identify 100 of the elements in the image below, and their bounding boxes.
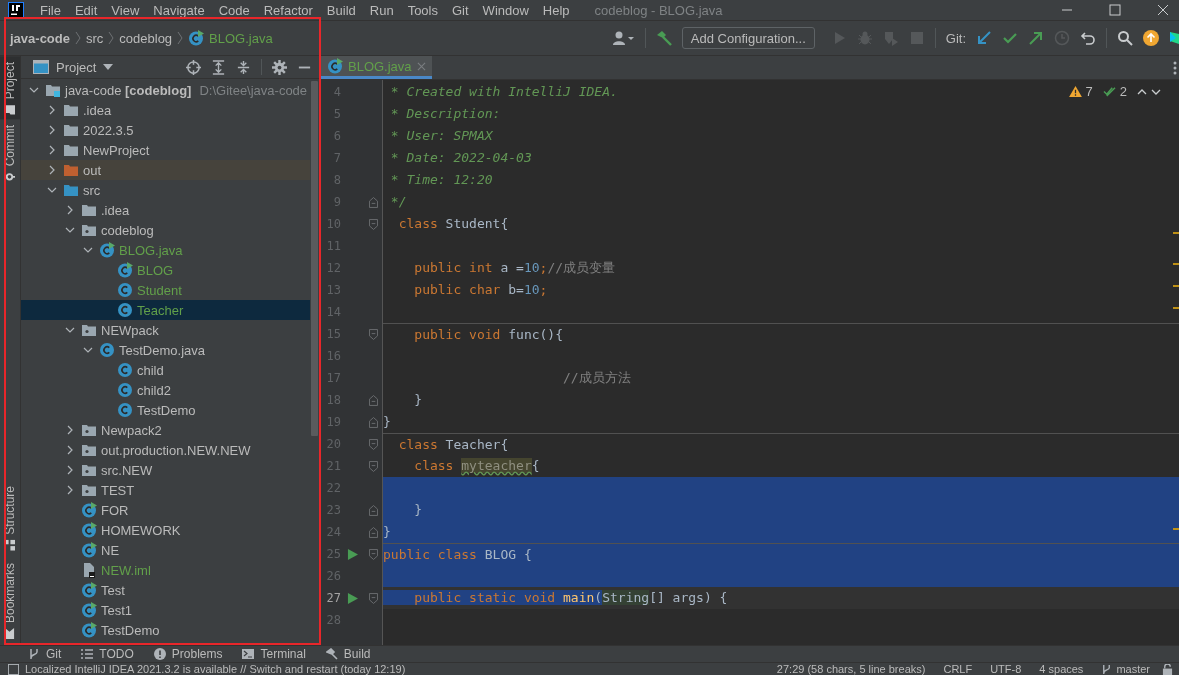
- tool-window-tab[interactable]: Git: [28, 647, 62, 661]
- project-view-dropdown[interactable]: Project: [29, 59, 118, 75]
- tree-item-label: NEW.iml: [101, 562, 151, 578]
- tree-item[interactable]: NewProject: [21, 140, 310, 160]
- menu-item[interactable]: View: [104, 2, 147, 18]
- menu-item[interactable]: Window: [475, 2, 536, 18]
- menu-item[interactable]: Code: [211, 2, 257, 18]
- tree-item[interactable]: NEWpack: [21, 320, 310, 340]
- warning-marker[interactable]: [1173, 263, 1179, 265]
- warning-marker[interactable]: [1173, 528, 1179, 530]
- git-branch[interactable]: master: [1095, 662, 1156, 675]
- menu-item[interactable]: Edit: [67, 2, 105, 18]
- menu-item[interactable]: Refactor: [256, 2, 320, 18]
- menu-item[interactable]: File: [33, 2, 68, 18]
- arrow-down-left-icon[interactable]: [976, 30, 992, 46]
- hammer-icon[interactable]: [655, 30, 672, 46]
- tool-window-tab[interactable]: TODO: [81, 647, 134, 661]
- chevron-down-icon[interactable]: [47, 185, 57, 195]
- tree-item[interactable]: Test: [21, 580, 310, 600]
- line-separator[interactable]: CRLF: [937, 662, 979, 675]
- warning-icon[interactable]: [1068, 86, 1082, 97]
- close-icon[interactable]: [1157, 4, 1169, 16]
- tree-item[interactable]: NEW.iml: [21, 560, 310, 580]
- tree-item[interactable]: HOMEWORK: [21, 520, 310, 540]
- tree-item[interactable]: BLOG: [21, 260, 310, 280]
- run-icon[interactable]: [346, 592, 358, 604]
- tree-item[interactable]: Student: [21, 280, 310, 300]
- search-icon[interactable]: [1117, 30, 1133, 46]
- menu-item[interactable]: Build: [319, 2, 363, 18]
- check-icon[interactable]: [1002, 30, 1018, 46]
- tree-item-label: NEWpack: [101, 322, 159, 338]
- app-logo-icon[interactable]: [8, 2, 24, 18]
- user-icon[interactable]: [612, 30, 635, 46]
- tool-window-tab[interactable]: Build: [325, 647, 371, 661]
- tree-item[interactable]: TestDemo.java: [21, 340, 310, 360]
- tree-item[interactable]: out: [21, 160, 310, 180]
- indent-setting[interactable]: 4 spaces: [1033, 662, 1090, 675]
- tree-item[interactable]: java-code [codeblog] D:\Gitee\java-code: [21, 80, 310, 100]
- tree-item[interactable]: Teacher: [21, 300, 310, 320]
- tree-item[interactable]: child: [21, 360, 310, 380]
- scrollbar-thumb[interactable]: [311, 81, 318, 436]
- maximize-icon[interactable]: [1109, 4, 1121, 16]
- tree-item[interactable]: out.production.NEW.NEW: [21, 440, 310, 460]
- tree-item[interactable]: src: [21, 180, 310, 200]
- arrow-up-right-icon[interactable]: [1028, 30, 1044, 46]
- logo-icon[interactable]: [1169, 30, 1179, 46]
- more-icon[interactable]: [1173, 60, 1177, 75]
- settings-icon[interactable]: [272, 59, 287, 75]
- breadcrumb[interactable]: src: [86, 30, 104, 46]
- tree-item[interactable]: FOR: [21, 500, 310, 520]
- tree-item[interactable]: Newpack2: [21, 420, 310, 440]
- run-icon[interactable]: [346, 548, 358, 560]
- status-message[interactable]: Localized IntelliJ IDEA 2021.3.2 is available // Switch and restart (today 12:19): [25, 662, 406, 675]
- passed-count[interactable]: 2: [1119, 84, 1127, 99]
- undo-icon[interactable]: [1080, 30, 1096, 46]
- tree-item[interactable]: .idea: [21, 200, 310, 220]
- breadcrumb[interactable]: java-code: [10, 30, 70, 46]
- tree-item[interactable]: codeblog: [21, 220, 310, 240]
- menu-item[interactable]: Navigate: [146, 2, 212, 18]
- warning-marker[interactable]: [1173, 307, 1179, 309]
- tool-window-tab[interactable]: Terminal: [242, 647, 306, 661]
- upload-icon[interactable]: [1143, 30, 1159, 46]
- collapse-all-icon[interactable]: [236, 59, 251, 75]
- breadcrumb[interactable]: codeblog: [119, 30, 173, 46]
- chevron-right-icon[interactable]: [65, 205, 75, 215]
- breadcrumb[interactable]: BLOG.java: [209, 30, 273, 46]
- menu-item[interactable]: Tools: [400, 2, 445, 18]
- tree-item[interactable]: TEST: [21, 480, 310, 500]
- lock-icon[interactable]: [1162, 663, 1173, 675]
- warning-marker[interactable]: [1173, 232, 1179, 234]
- tree-item[interactable]: BLOG.java: [21, 240, 310, 260]
- caret-position[interactable]: 27:29 (58 chars, 5 line breaks): [770, 662, 932, 675]
- tree-item[interactable]: TestDemo: [21, 620, 310, 640]
- tree-item[interactable]: 2022.3.5: [21, 120, 310, 140]
- crosshair-icon[interactable]: [186, 59, 201, 75]
- tree-item[interactable]: TestDemo: [21, 400, 310, 420]
- tree-item-label: BLOG.java: [119, 242, 183, 258]
- checkbox-icon[interactable]: [8, 663, 19, 675]
- tool-window-tab[interactable]: Problems: [153, 647, 223, 661]
- add-configuration-button[interactable]: Add Configuration...: [681, 27, 815, 49]
- folder-icon: [63, 122, 79, 138]
- git-label: Git:: [945, 30, 966, 46]
- double-check-icon[interactable]: [1102, 86, 1116, 97]
- side-tab[interactable]: Structure: [0, 480, 20, 557]
- warning-marker[interactable]: [1173, 285, 1179, 287]
- tree-item[interactable]: child2: [21, 380, 310, 400]
- expand-all-icon[interactable]: [211, 59, 226, 75]
- side-tab[interactable]: Bookmarks: [0, 556, 20, 645]
- tree-item[interactable]: .idea: [21, 100, 310, 120]
- tree-item[interactable]: NE: [21, 540, 310, 560]
- menu-item[interactable]: Help: [535, 2, 577, 18]
- chevron-down-icon[interactable]: [29, 85, 39, 95]
- warning-count[interactable]: 7: [1085, 84, 1093, 99]
- menu-item[interactable]: Run: [362, 2, 401, 18]
- tree-item[interactable]: Test1: [21, 600, 310, 620]
- tree-item[interactable]: src.NEW: [21, 460, 310, 480]
- file-encoding[interactable]: UTF-8: [984, 662, 1028, 675]
- side-tab[interactable]: Commit: [0, 119, 20, 189]
- code-line: class Student{: [397, 215, 509, 233]
- menu-item[interactable]: Git: [445, 2, 476, 18]
